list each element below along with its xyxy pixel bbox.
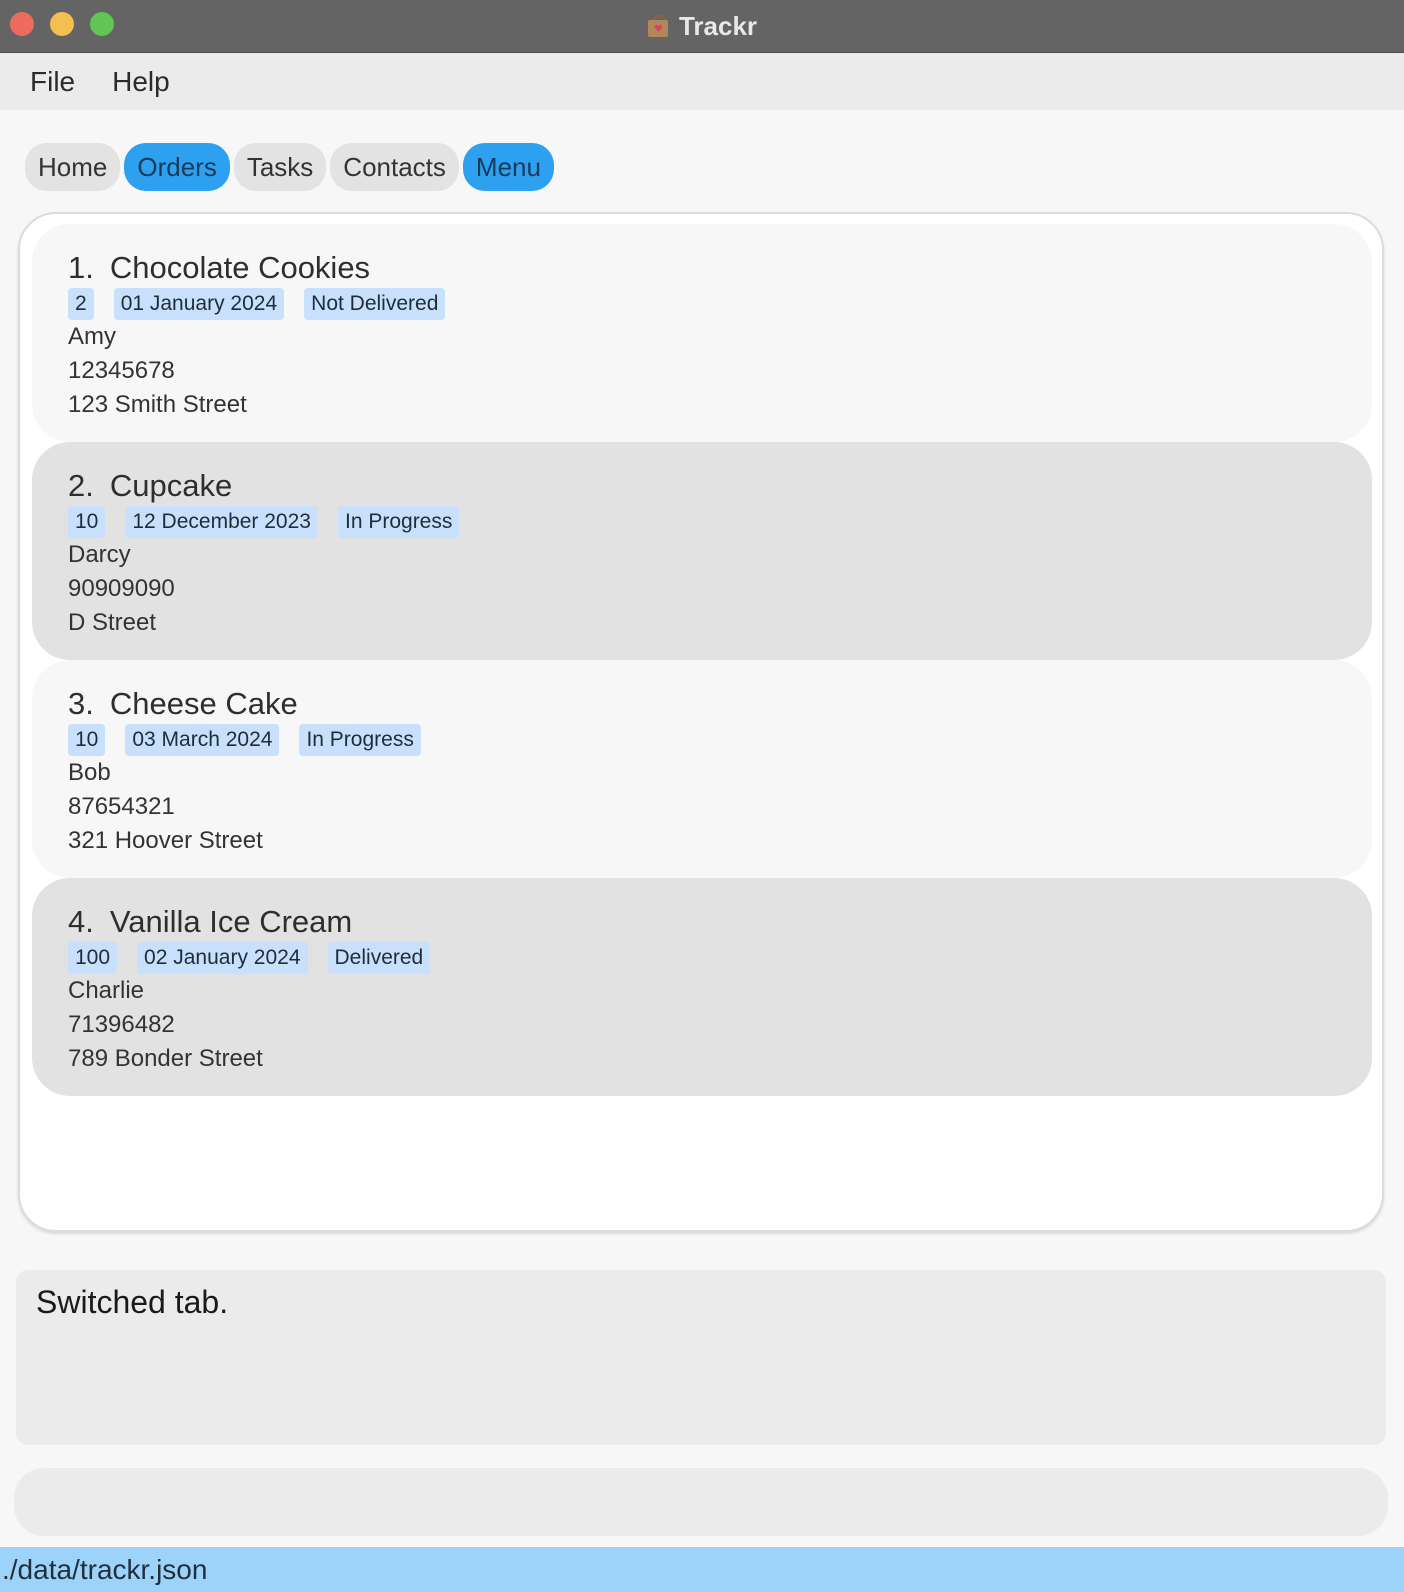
- date-tag: 01 January 2024: [113, 288, 285, 320]
- tab-bar: Home Orders Tasks Contacts Menu: [25, 143, 554, 191]
- quantity-tag: 100: [68, 942, 118, 974]
- date-tag: 12 December 2023: [125, 506, 318, 538]
- order-tags: 10 03 March 2024 In Progress: [68, 724, 1372, 756]
- command-input[interactable]: [14, 1468, 1388, 1536]
- customer-phone: 12345678: [68, 357, 175, 384]
- order-name: Chocolate Cookies: [109, 250, 371, 285]
- data-file-path: ./data/trackr.json: [2, 1553, 208, 1585]
- customer-name: Bob: [68, 759, 111, 786]
- title-bar[interactable]: ♥ Trackr: [0, 0, 1404, 53]
- customer-name: Charlie: [68, 977, 145, 1004]
- order-card[interactable]: 2. Cupcake 10 12 December 2023 In Progre…: [32, 442, 1372, 660]
- customer-address: 123 Smith Street: [68, 391, 247, 418]
- quantity-tag: 10: [68, 724, 106, 756]
- order-tags: 10 12 December 2023 In Progress: [68, 506, 1372, 538]
- status-tag: Not Delivered: [304, 288, 446, 320]
- order-title: 3. Cheese Cake: [68, 686, 1372, 722]
- status-tag: Delivered: [327, 942, 431, 974]
- menu-file[interactable]: File: [0, 66, 75, 98]
- order-index: 1.: [68, 250, 94, 285]
- customer-name: Amy: [68, 323, 116, 350]
- customer-phone: 71396482: [68, 1011, 175, 1038]
- customer-name: Darcy: [68, 541, 131, 568]
- window-title-group: ♥ Trackr: [0, 0, 1404, 52]
- order-title: 1. Chocolate Cookies: [68, 250, 1372, 286]
- customer-address: 789 Bonder Street: [68, 1045, 263, 1072]
- tab-orders[interactable]: Orders: [124, 143, 230, 191]
- order-name: Cheese Cake: [109, 686, 298, 721]
- result-display: Switched tab.: [16, 1270, 1386, 1445]
- tab-contacts[interactable]: Contacts: [330, 143, 459, 191]
- app-window: ♥ Trackr File Help Home Orders Tasks Con…: [0, 0, 1404, 1592]
- result-message: Switched tab.: [36, 1284, 229, 1320]
- customer-phone: 90909090: [68, 575, 175, 602]
- menu-help[interactable]: Help: [82, 66, 170, 98]
- quantity-tag: 2: [68, 288, 94, 320]
- menu-bar: File Help: [0, 53, 1404, 110]
- order-tags: 2 01 January 2024 Not Delivered: [68, 288, 1372, 320]
- customer-phone: 87654321: [68, 793, 175, 820]
- shopping-bag-heart-icon: ♥: [647, 14, 669, 38]
- order-index: 3.: [68, 686, 94, 721]
- order-list-panel[interactable]: 1. Chocolate Cookies 2 01 January 2024 N…: [18, 212, 1384, 1232]
- tab-home[interactable]: Home: [25, 143, 121, 191]
- window-title: Trackr: [678, 10, 758, 41]
- status-bar: ./data/trackr.json: [0, 1547, 1404, 1592]
- order-name: Cupcake: [109, 468, 233, 503]
- quantity-tag: 10: [68, 506, 106, 538]
- status-tag: In Progress: [299, 724, 421, 756]
- date-tag: 03 March 2024: [125, 724, 280, 756]
- tab-tasks[interactable]: Tasks: [233, 143, 327, 191]
- order-tags: 100 02 January 2024 Delivered: [68, 942, 1372, 974]
- customer-address: 321 Hoover Street: [68, 827, 263, 854]
- order-title: 2. Cupcake: [68, 468, 1372, 504]
- customer-address: D Street: [68, 609, 157, 636]
- order-card[interactable]: 3. Cheese Cake 10 03 March 2024 In Progr…: [32, 660, 1372, 878]
- order-card[interactable]: 4. Vanilla Ice Cream 100 02 January 2024…: [32, 878, 1372, 1096]
- order-index: 2.: [68, 468, 94, 503]
- order-card[interactable]: 1. Chocolate Cookies 2 01 January 2024 N…: [32, 224, 1372, 442]
- date-tag: 02 January 2024: [137, 942, 308, 974]
- tab-menu[interactable]: Menu: [462, 143, 554, 191]
- order-title: 4. Vanilla Ice Cream: [68, 904, 1372, 940]
- order-index: 4.: [68, 904, 94, 939]
- order-name: Vanilla Ice Cream: [109, 904, 353, 939]
- status-tag: In Progress: [337, 506, 460, 538]
